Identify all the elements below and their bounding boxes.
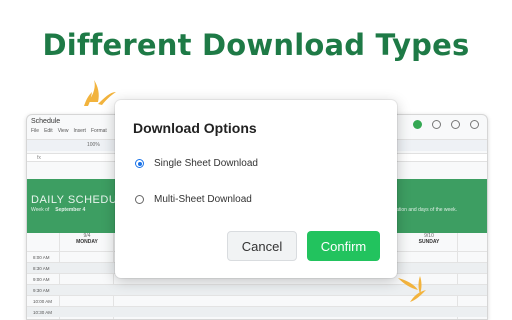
option-single-sheet[interactable]: Single Sheet Download xyxy=(135,158,258,169)
comment-icon[interactable] xyxy=(451,120,460,129)
week-value: September 4 xyxy=(55,207,86,213)
download-options-dialog: Download Options Single Sheet Download M… xyxy=(115,100,397,278)
spreadsheet-title: Schedule xyxy=(31,118,61,125)
option-label: Single Sheet Download xyxy=(154,158,258,169)
time-label: 8:30 AM xyxy=(33,266,50,271)
day-header-sunday: 9/10 SUNDAY xyxy=(409,233,449,245)
sparkle-decoration-icon xyxy=(398,276,426,302)
extension-icon[interactable] xyxy=(413,120,422,129)
time-label: 10:30 AM xyxy=(33,310,53,315)
time-label: 8:00 AM xyxy=(33,255,50,260)
menu-edit[interactable]: Edit xyxy=(44,128,53,134)
zoom-select[interactable]: 100% xyxy=(87,142,100,148)
option-label: Multi-Sheet Download xyxy=(154,194,252,205)
spreadsheet-menu: File Edit View Insert Format xyxy=(31,128,107,134)
time-label: 9:00 AM xyxy=(33,277,50,282)
menu-insert[interactable]: Insert xyxy=(73,128,86,134)
week-label: Week of xyxy=(31,207,50,213)
meet-icon[interactable] xyxy=(470,120,479,129)
history-icon[interactable] xyxy=(432,120,441,129)
cancel-button[interactable]: Cancel xyxy=(227,231,297,261)
menu-file[interactable]: File xyxy=(31,128,39,134)
time-label: 9:30 AM xyxy=(33,288,50,293)
radio-selected-icon[interactable] xyxy=(135,159,144,168)
menu-view[interactable]: View xyxy=(58,128,69,134)
banner-week: Week of September 4 xyxy=(31,207,85,213)
menu-format[interactable]: Format xyxy=(91,128,107,134)
radio-unselected-icon[interactable] xyxy=(135,195,144,204)
day-name: SUNDAY xyxy=(418,239,440,245)
day-name: MONDAY xyxy=(76,239,98,245)
formula-label: fx xyxy=(37,155,41,161)
option-multi-sheet[interactable]: Multi-Sheet Download xyxy=(135,194,252,205)
spreadsheet-top-icons xyxy=(413,120,479,129)
banner-note: ...ation and days of the week. xyxy=(391,207,457,213)
page-headline: Different Download Types xyxy=(42,28,470,62)
sparkle-decoration-icon xyxy=(84,80,116,106)
dialog-title: Download Options xyxy=(133,120,257,136)
table-row[interactable]: 10:30 AM xyxy=(27,306,487,317)
day-header-monday: 9/4 MONDAY xyxy=(67,233,107,245)
confirm-button[interactable]: Confirm xyxy=(307,231,380,261)
time-label: 10:00 AM xyxy=(33,299,53,304)
